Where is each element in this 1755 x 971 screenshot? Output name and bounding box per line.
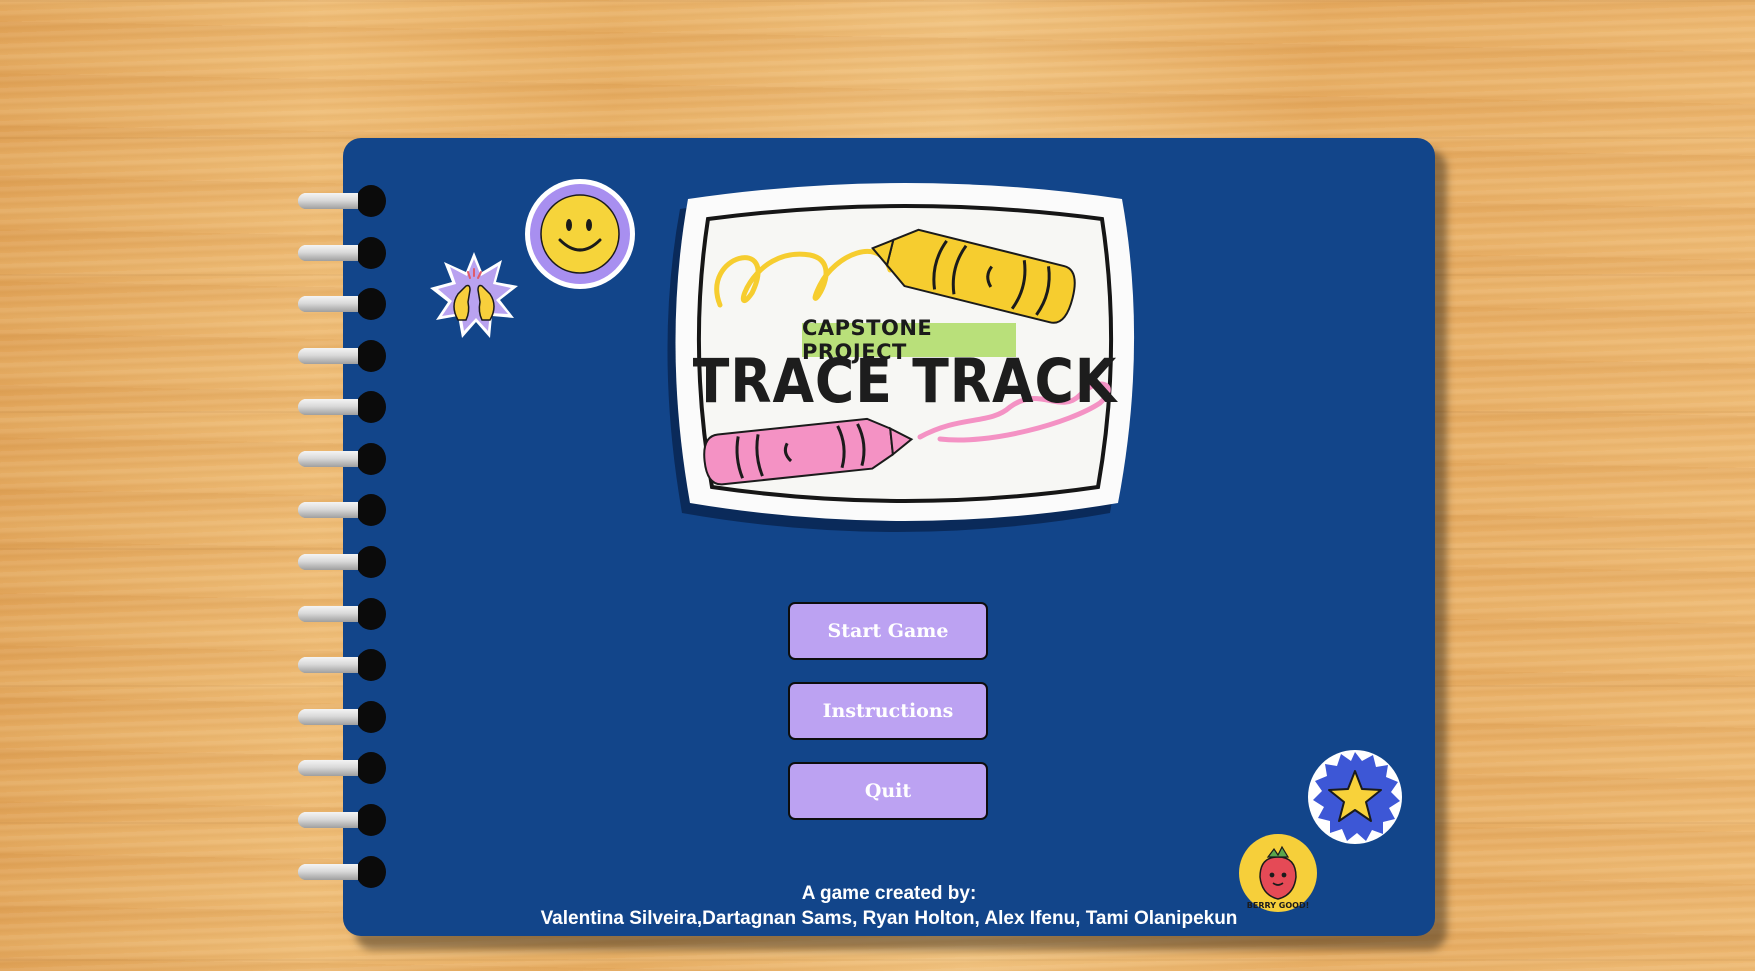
game-title: TRACE TRACK bbox=[692, 346, 1118, 417]
spiral-ring bbox=[298, 701, 386, 733]
spiral-ring bbox=[298, 288, 386, 320]
smiley-sticker bbox=[525, 179, 635, 289]
berry-good-text: BERRY GOOD! bbox=[1247, 901, 1309, 910]
star-sticker bbox=[1308, 750, 1402, 844]
spiral-ring bbox=[298, 856, 386, 888]
berry-good-sticker: BERRY GOOD! bbox=[1239, 834, 1317, 912]
spiral-ring bbox=[298, 804, 386, 836]
spiral-ring bbox=[298, 598, 386, 630]
clapping-hands-sticker bbox=[430, 252, 518, 338]
spiral-ring bbox=[298, 391, 386, 423]
game-logo: CAPSTONE PROJECT TRACE TRACK bbox=[660, 175, 1150, 537]
spiral-ring bbox=[298, 752, 386, 784]
instructions-button[interactable]: Instructions bbox=[788, 682, 988, 740]
spiral-ring bbox=[298, 185, 386, 217]
quit-button[interactable]: Quit bbox=[788, 762, 988, 820]
spiral-ring bbox=[298, 340, 386, 372]
spiral-ring bbox=[298, 649, 386, 681]
spiral-ring bbox=[298, 237, 386, 269]
quit-label: Quit bbox=[864, 780, 912, 802]
start-game-label: Start Game bbox=[827, 620, 949, 642]
start-game-button[interactable]: Start Game bbox=[788, 602, 988, 660]
instructions-label: Instructions bbox=[822, 700, 954, 722]
spiral-ring bbox=[298, 494, 386, 526]
spiral-ring bbox=[298, 546, 386, 578]
spiral-ring bbox=[298, 443, 386, 475]
